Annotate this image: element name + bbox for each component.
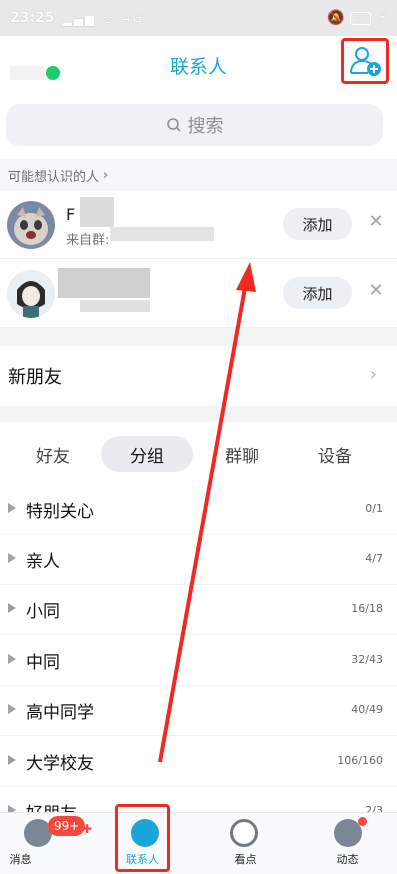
expand-arrow-icon <box>8 503 16 513</box>
avatar <box>7 201 55 249</box>
tab-group-chats[interactable]: 群聊 <box>207 436 277 472</box>
notification-dot <box>358 817 367 826</box>
eye-icon <box>230 819 258 847</box>
group-count: 0/1 <box>365 502 383 515</box>
group-count: 106/160 <box>337 754 383 767</box>
status-bar: 23:25 ▂▄▆ ᯤ 4G 🔕 10 ⚡ <box>0 0 397 36</box>
suggestion-name: F <box>66 205 76 224</box>
section-divider <box>0 406 397 422</box>
group-name: 小同 <box>26 602 60 622</box>
nav-watch-label: 看点 <box>234 853 257 866</box>
expand-arrow-icon <box>8 654 16 664</box>
group-count: 40/49 <box>351 703 383 716</box>
section-divider <box>0 328 397 346</box>
bottom-nav: 99+ ✚ 消息 联系人 看点 动态 <box>0 812 397 874</box>
pixelated-mosaic <box>80 300 150 312</box>
group-count: 4/7 <box>365 552 383 565</box>
suggestions-header[interactable]: 可能想认识的人 › <box>0 159 397 191</box>
pixelated-mosaic <box>110 227 214 241</box>
new-friends-label: 新朋友 <box>8 367 62 388</box>
status-time: 23:25 <box>10 10 55 26</box>
chevron-right-icon: › <box>369 364 377 385</box>
add-button[interactable]: 添加 <box>283 277 352 309</box>
group-row-high-school[interactable]: 高中同学 40/49 <box>0 686 397 736</box>
suggestion-item[interactable]: 添加 ✕ <box>0 260 397 328</box>
nav-watch[interactable]: 看点 <box>196 813 295 874</box>
group-row-middle[interactable]: 中同 32/43 <box>0 636 397 686</box>
expand-arrow-icon <box>8 603 16 613</box>
flame-icon: ✚ <box>82 822 93 836</box>
search-placeholder: 搜索 <box>187 116 224 137</box>
mute-icon: 🔕 <box>326 10 345 26</box>
group-name: 亲人 <box>26 552 60 572</box>
avatar <box>7 270 55 318</box>
tab-friends[interactable]: 好友 <box>18 436 88 472</box>
signal-icon: ▂▄▆ ᯤ <box>62 11 116 26</box>
pixelated-mosaic <box>58 268 150 298</box>
annotation-highlight-box <box>115 804 170 872</box>
battery-icon: 10 <box>350 11 372 25</box>
group-row-primary[interactable]: 小同 16/18 <box>0 585 397 635</box>
expand-arrow-icon <box>8 553 16 563</box>
search-icon <box>166 118 181 132</box>
chevron-right-icon: › <box>103 167 109 183</box>
tab-groups[interactable]: 分组 <box>101 436 193 472</box>
group-name: 特别关心 <box>26 502 94 522</box>
group-count: 32/43 <box>351 653 383 666</box>
group-name: 高中同学 <box>26 703 94 723</box>
new-friends-row[interactable]: 新朋友 › <box>0 346 397 406</box>
unread-badge: 99+ <box>48 816 86 836</box>
contact-tabs: 好友 分组 群聊 设备 <box>0 422 397 482</box>
expand-arrow-icon <box>8 704 16 714</box>
network-type: 4G <box>123 11 144 25</box>
group-name: 中同 <box>26 653 60 673</box>
add-button[interactable]: 添加 <box>283 208 352 240</box>
close-icon[interactable]: ✕ <box>366 211 386 235</box>
suggestion-source: 来自群: <box>66 233 110 248</box>
group-row-family[interactable]: 亲人 4/7 <box>0 535 397 585</box>
group-row-university[interactable]: 大学校友 106/160 <box>0 737 397 787</box>
suggestions-title: 可能想认识的人 <box>8 169 100 185</box>
group-row-special-care[interactable]: 特别关心 0/1 <box>0 485 397 535</box>
search-bar[interactable]: 搜索 <box>6 104 383 146</box>
pixelated-mosaic <box>80 197 114 227</box>
suggestion-item[interactable]: F 来自群: 添加 ✕ <box>0 191 397 259</box>
nav-messages-label: 消息 <box>9 853 32 866</box>
header: 联系人 <box>0 36 397 96</box>
group-name: 大学校友 <box>26 754 94 774</box>
nav-moments-label: 动态 <box>336 853 359 866</box>
page-title: 联系人 <box>169 56 227 78</box>
close-icon[interactable]: ✕ <box>366 280 386 304</box>
nav-moments[interactable]: 动态 <box>298 813 397 874</box>
tab-devices[interactable]: 设备 <box>300 436 370 472</box>
expand-arrow-icon <box>8 755 16 765</box>
group-count: 16/18 <box>351 602 383 615</box>
charging-icon: ⚡ <box>377 10 387 26</box>
add-friend-icon <box>350 47 381 76</box>
add-contact-button[interactable] <box>341 38 389 84</box>
nav-messages[interactable]: 99+ ✚ 消息 <box>0 813 99 874</box>
